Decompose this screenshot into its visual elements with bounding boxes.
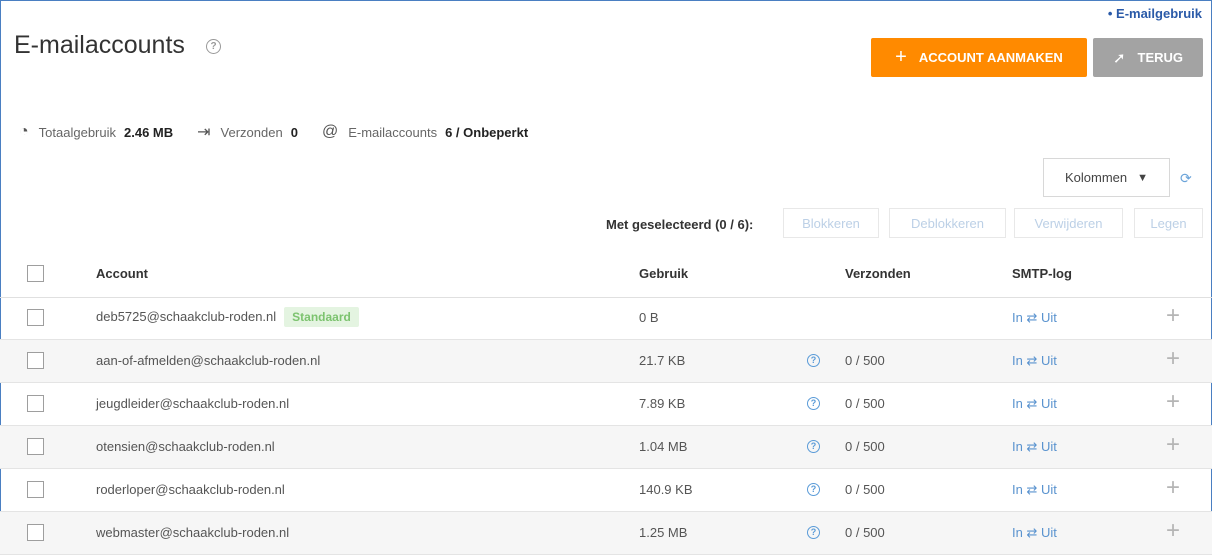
expand-row-icon[interactable]: + [1166,345,1180,373]
smtp-log-link[interactable]: In ⇄ Uit [1012,353,1057,369]
caret-down-icon: ▼ [1137,171,1149,184]
default-badge: Standaard [284,307,359,327]
account-address[interactable]: webmaster@schaakclub-roden.nl [96,525,289,540]
expand-row-icon[interactable]: + [1166,474,1180,502]
back-button[interactable]: ➚ TERUG [1093,38,1203,77]
accounts-label: E-mailaccounts [348,124,438,140]
sent-cell: 0 / 500 [845,353,885,368]
back-label: TERUG [1137,50,1184,65]
at-sign-icon: @ [321,123,339,140]
columns-dropdown[interactable]: Kolommen ▼ [1043,158,1170,197]
columns-dropdown-label: Kolommen [1064,170,1128,185]
selection-label: Met geselecteerd (0 / 6): [606,217,754,232]
help-icon[interactable]: ? [807,440,820,453]
table-row: webmaster@schaakclub-roden.nl 1.25 MB ? … [0,512,1212,555]
pie-chart-icon: ◔ [19,123,29,140]
help-icon[interactable]: ? [206,39,221,54]
expand-row-icon[interactable]: + [1166,388,1180,416]
column-header-smtp-log: SMTP-log [1012,266,1072,281]
column-header-usage[interactable]: Gebruik [639,266,688,281]
usage-cell: 140.9 KB [639,482,693,497]
usage-cell: 1.25 MB [639,525,688,540]
expand-row-icon[interactable]: + [1166,302,1180,330]
expand-row-icon[interactable]: + [1166,517,1180,545]
usage-cell: 0 B [639,310,659,325]
help-icon[interactable]: ? [807,526,820,539]
smtp-log-link[interactable]: In ⇄ Uit [1012,439,1057,455]
usage-cell: 7.89 KB [639,396,686,411]
table-row: deb5725@schaakclub-roden.nl Standaard 0 B… [0,297,1212,340]
sent-value: 0 [290,124,298,140]
usage-stats: ◔ Totaalgebruik 2.46 MB ⇥ Verzonden 0 @ … [19,122,552,142]
row-checkbox[interactable] [27,438,44,455]
smtp-log-link[interactable]: In ⇄ Uit [1012,310,1057,326]
account-address[interactable]: deb5725@schaakclub-roden.nl [96,309,276,324]
row-checkbox[interactable] [27,352,44,369]
row-checkbox[interactable] [27,524,44,541]
create-account-button[interactable]: + ACCOUNT AANMAKEN [871,38,1087,77]
account-cell: deb5725@schaakclub-roden.nl Standaard [96,307,359,327]
account-address[interactable]: otensien@schaakclub-roden.nl [96,439,275,454]
accounts-value: 6 / Onbeperkt [445,124,529,140]
table-row: jeugdleider@schaakclub-roden.nl 7.89 KB … [0,383,1212,426]
total-usage-label: Totaalgebruik [38,124,116,140]
usage-cell: 1.04 MB [639,439,688,454]
smtp-log-link[interactable]: In ⇄ Uit [1012,396,1057,412]
row-checkbox[interactable] [27,481,44,498]
select-all-checkbox[interactable] [27,265,44,282]
refresh-icon[interactable]: ⟳ [1180,170,1192,187]
account-address[interactable]: jeugdleider@schaakclub-roden.nl [96,396,289,411]
table-row: otensien@schaakclub-roden.nl 1.04 MB ? 0… [0,426,1212,469]
usage-cell: 21.7 KB [639,353,686,368]
arrow-icon: ➚ [1112,49,1126,67]
account-address[interactable]: roderloper@schaakclub-roden.nl [96,482,285,497]
unblock-button[interactable]: Deblokkeren [889,208,1006,238]
table-row: roderloper@schaakclub-roden.nl 140.9 KB … [0,469,1212,512]
help-icon[interactable]: ? [807,483,820,496]
breadcrumb-link[interactable]: • E-mailgebruik [1108,6,1202,21]
help-icon[interactable]: ? [807,354,820,367]
row-checkbox[interactable] [27,395,44,412]
sent-cell: 0 / 500 [845,439,885,454]
sent-cell: 0 / 500 [845,396,885,411]
table-header: Account Gebruik Verzonden SMTP-log [0,253,1212,298]
total-usage-value: 2.46 MB [124,124,174,140]
sign-out-icon: ⇥ [197,124,211,141]
expand-row-icon[interactable]: + [1166,431,1180,459]
account-address[interactable]: aan-of-afmelden@schaakclub-roden.nl [96,353,320,368]
column-header-sent[interactable]: Verzonden [845,266,911,281]
smtp-log-link[interactable]: In ⇄ Uit [1012,525,1057,541]
block-button[interactable]: Blokkeren [783,208,879,238]
plus-icon: + [895,46,907,68]
smtp-log-link[interactable]: In ⇄ Uit [1012,482,1057,498]
delete-button[interactable]: Verwijderen [1014,208,1123,238]
sent-label: Verzonden [220,124,283,140]
page-title: E-mailaccounts [14,31,185,59]
table-row: aan-of-afmelden@schaakclub-roden.nl 21.7… [0,340,1212,383]
column-header-account[interactable]: Account [96,266,148,281]
help-icon[interactable]: ? [807,397,820,410]
sent-cell: 0 / 500 [845,482,885,497]
empty-button[interactable]: Legen [1134,208,1203,238]
row-checkbox[interactable] [27,309,44,326]
create-account-label: ACCOUNT AANMAKEN [918,50,1063,65]
sent-cell: 0 / 500 [845,525,885,540]
